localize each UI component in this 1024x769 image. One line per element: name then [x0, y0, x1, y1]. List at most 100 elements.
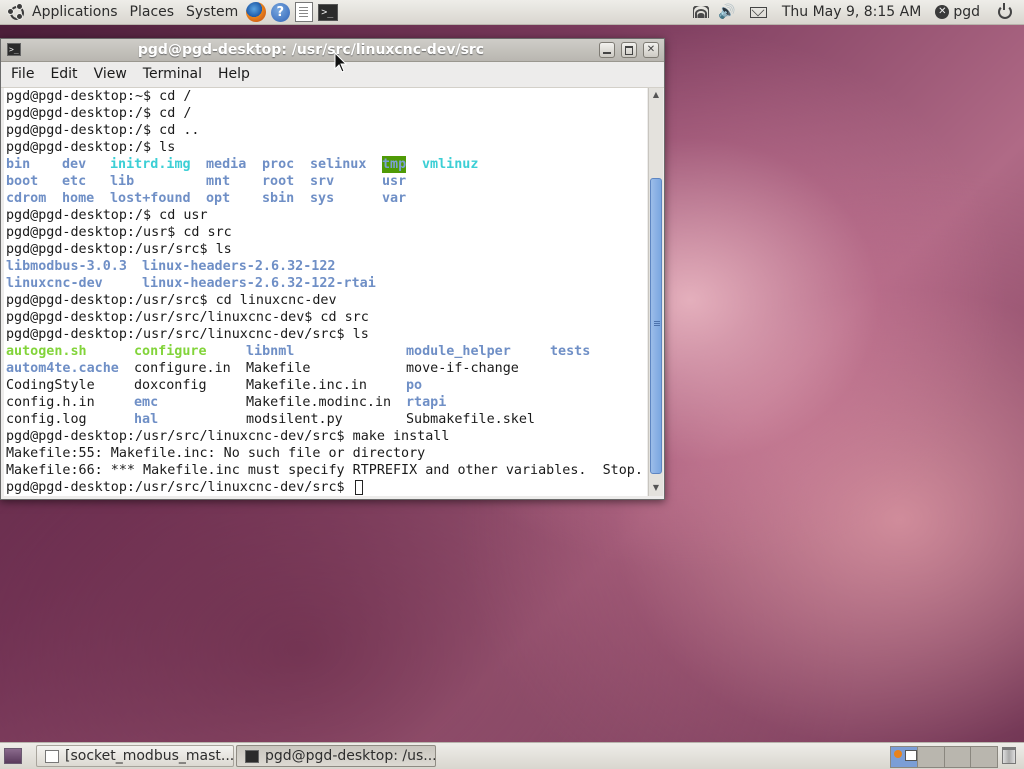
ls-entry: opt: [206, 191, 231, 206]
ubuntu-logo-icon[interactable]: [7, 3, 24, 20]
text-cursor: [354, 479, 363, 495]
menu-file[interactable]: File: [5, 62, 40, 87]
taskbar-button-editor[interactable]: [socket_modbus_mast...: [36, 745, 234, 767]
volume-icon[interactable]: 🔊: [716, 1, 738, 23]
workspace-switcher[interactable]: [890, 746, 998, 768]
clock[interactable]: Thu May 9, 8:15 AM: [776, 0, 928, 24]
menu-system[interactable]: System: [180, 0, 244, 24]
terminal-line: pgd@pgd-desktop:~$ cd /: [6, 89, 192, 104]
terminal-line: pgd@pgd-desktop:/usr/src/linuxcnc-dev/sr…: [6, 429, 450, 444]
ls-entry: Makefile.inc.in: [246, 378, 367, 393]
ls-entry: autogen.sh: [6, 344, 87, 359]
wifi-icon[interactable]: [690, 1, 712, 23]
ls-entry: doxconfig: [134, 378, 207, 393]
ls-entry: linuxcnc-dev: [6, 276, 103, 291]
ls-entry: sbin: [262, 191, 295, 206]
menu-help[interactable]: Help: [212, 62, 256, 87]
terminal-line: Makefile:55: Makefile.inc: No such file …: [6, 446, 426, 461]
terminal-launcher-icon[interactable]: >_: [317, 1, 339, 23]
ls-entry: module_helper: [406, 344, 511, 359]
ls-entry: initrd.img: [110, 157, 191, 172]
menu-applications[interactable]: Applications: [26, 0, 124, 24]
top-panel: Applications Places System ? >_ 🔊 Thu Ma…: [0, 0, 1024, 25]
menu-edit[interactable]: Edit: [44, 62, 83, 87]
terminal-line: pgd@pgd-desktop:/$ cd /: [6, 106, 192, 121]
user-name: pgd: [953, 4, 980, 20]
scrollbar-thumb[interactable]: [650, 178, 662, 474]
terminal-line: pgd@pgd-desktop:/$ cd ..: [6, 123, 200, 138]
ls-entry: mnt: [206, 174, 231, 189]
terminal-line: pgd@pgd-desktop:/$ cd usr: [6, 208, 208, 223]
terminal-line: pgd@pgd-desktop:/usr/src/linuxcnc-dev$ c…: [6, 310, 369, 325]
ls-entry: home: [62, 191, 95, 206]
ls-entry: config.log: [6, 412, 87, 427]
terminal-output[interactable]: pgd@pgd-desktop:~$ cd / pgd@pgd-desktop:…: [4, 88, 647, 496]
firefox-launcher-icon[interactable]: [245, 1, 267, 23]
ls-entry: Makefile.modinc.in: [246, 395, 392, 410]
taskbar-label: [socket_modbus_mast...: [65, 748, 234, 764]
ls-entry: linux-headers-2.6.32-122: [142, 259, 336, 274]
ls-entry: tmp: [382, 156, 407, 173]
ls-entry: hal: [134, 412, 159, 427]
mail-icon[interactable]: [748, 1, 770, 23]
terminal-line: pgd@pgd-desktop:/usr/src$ ls: [6, 242, 232, 257]
ls-entry: vmlinuz: [422, 157, 479, 172]
terminal-scrollbar[interactable]: ▲ ▼: [648, 88, 663, 496]
ls-entry: selinux: [310, 157, 367, 172]
ls-entry: libnml: [246, 344, 295, 359]
ls-entry: cdrom: [6, 191, 47, 206]
terminal-prompt-line: pgd@pgd-desktop:/usr/src/linuxcnc-dev/sr…: [6, 479, 363, 496]
ls-entry: etc: [62, 174, 87, 189]
show-desktop-button[interactable]: [4, 748, 22, 764]
trash-icon[interactable]: [1002, 747, 1016, 764]
menu-places[interactable]: Places: [124, 0, 181, 24]
ls-entry: dev: [62, 157, 87, 172]
scroll-down-arrow-icon[interactable]: ▼: [650, 482, 662, 494]
ls-entry: lib: [110, 174, 135, 189]
ls-entry: emc: [134, 395, 159, 410]
workspace-4[interactable]: [971, 747, 997, 767]
close-button[interactable]: ✕: [643, 42, 659, 58]
ls-entry: configure.in: [134, 361, 231, 376]
terminal-icon: [245, 749, 259, 763]
ls-entry: modsilent.py: [246, 412, 343, 427]
ls-entry: proc: [262, 157, 295, 172]
terminal-window: >_ pgd@pgd-desktop: /usr/src/linuxcnc-de…: [0, 38, 665, 500]
terminal-line: pgd@pgd-desktop:/usr/src/linuxcnc-dev/sr…: [6, 327, 369, 342]
menu-view[interactable]: View: [88, 62, 133, 87]
user-switcher[interactable]: ✕ pgd: [935, 4, 980, 20]
terminal-line: Makefile:66: *** Makefile.inc must speci…: [6, 463, 643, 478]
menu-terminal[interactable]: Terminal: [137, 62, 208, 87]
ls-entry: config.h.in: [6, 395, 95, 410]
ls-entry: lost+found: [110, 191, 191, 206]
power-icon[interactable]: [994, 1, 1016, 23]
ls-entry: autom4te.cache: [6, 361, 119, 376]
ls-entry: media: [206, 157, 247, 172]
ls-entry: Submakefile.skel: [406, 412, 535, 427]
bottom-panel: [socket_modbus_mast... pgd@pgd-desktop: …: [0, 742, 1024, 769]
help-launcher-icon[interactable]: ?: [269, 1, 291, 23]
ls-entry: var: [382, 191, 407, 206]
ls-entry: bin: [6, 157, 31, 172]
window-title: pgd@pgd-desktop: /usr/src/linuxcnc-dev/s…: [137, 42, 485, 58]
ls-entry: srv: [310, 174, 335, 189]
workspace-2[interactable]: [917, 747, 945, 767]
terminal-line: pgd@pgd-desktop:/$ ls: [6, 140, 176, 155]
taskbar-button-terminal[interactable]: pgd@pgd-desktop: /us...: [236, 745, 436, 767]
terminal-menubar: File Edit View Terminal Help: [1, 62, 664, 88]
scroll-up-arrow-icon[interactable]: ▲: [650, 89, 662, 101]
ls-entry: tests: [550, 344, 591, 359]
workspace-1[interactable]: [891, 747, 918, 767]
taskbar-label: pgd@pgd-desktop: /us...: [265, 748, 436, 764]
maximize-button[interactable]: [621, 42, 637, 58]
text-editor-launcher-icon[interactable]: [293, 1, 315, 23]
ls-entry: linux-headers-2.6.32-122-rtai: [142, 276, 376, 291]
ls-entry: CodingStyle: [6, 378, 95, 393]
ls-entry: rtapi: [406, 395, 447, 410]
text-editor-icon: [45, 749, 59, 763]
window-titlebar[interactable]: >_ pgd@pgd-desktop: /usr/src/linuxcnc-de…: [1, 39, 664, 62]
terminal-line: pgd@pgd-desktop:/usr/src$ cd linuxcnc-de…: [6, 293, 337, 308]
ls-entry: root: [262, 174, 295, 189]
workspace-3[interactable]: [944, 747, 972, 767]
minimize-button[interactable]: [599, 42, 615, 58]
